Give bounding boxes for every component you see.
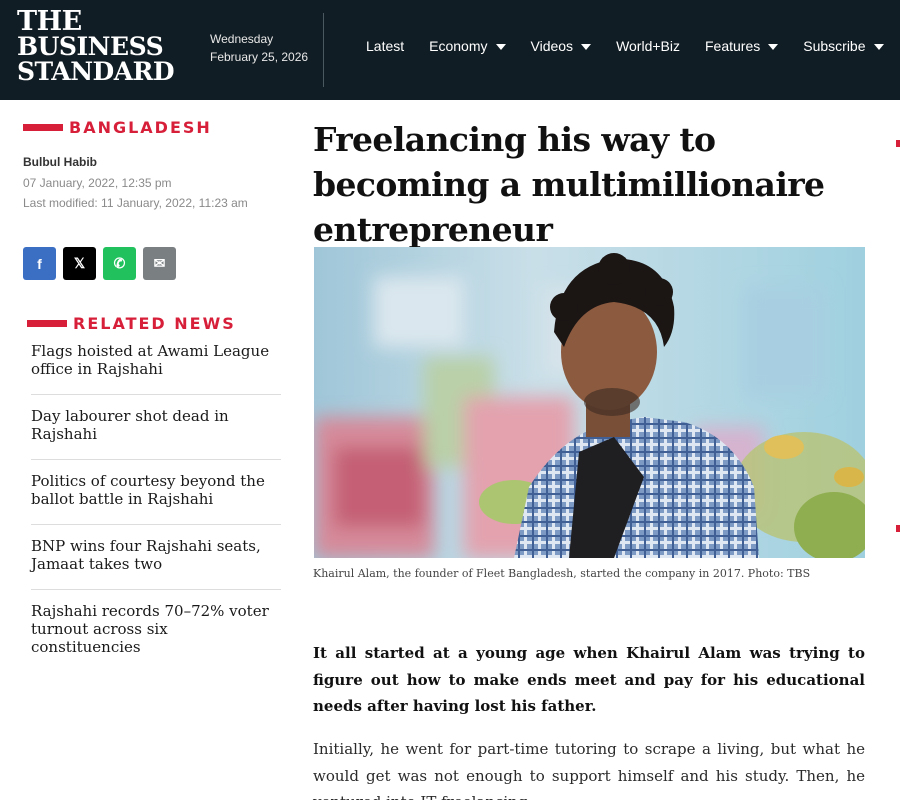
site-header: THE BUSINESS STANDARD Wednesday February… — [0, 0, 900, 100]
logo-line-1: THE — [17, 6, 82, 37]
article-headline: Freelancing his way to becoming a multim… — [313, 120, 825, 249]
related-news-item[interactable]: Day labourer shot dead in Rajshahi — [31, 405, 281, 460]
nav-label: Economy — [429, 38, 488, 54]
chevron-down-icon — [495, 43, 506, 50]
nav-economy[interactable]: Economy — [429, 38, 506, 54]
header-date-text: February 25, 2026 — [210, 50, 309, 64]
chevron-down-icon — [581, 43, 592, 50]
edge-accent-mark — [896, 525, 900, 532]
published-date: 07 January, 2022, 12:35 pm — [23, 176, 172, 190]
related-news-item[interactable]: Flags hoisted at Awami League office in … — [31, 340, 281, 395]
nav-videos[interactable]: Videos — [531, 38, 592, 54]
main-nav: Latest Economy Videos World+Biz Features… — [366, 36, 900, 56]
x-icon: 𝕏 — [73, 255, 86, 271]
author-name[interactable]: Bulbul Habib — [23, 155, 97, 169]
modified-date: Last modified: 11 January, 2022, 11:23 a… — [23, 196, 248, 210]
header-divider — [323, 13, 324, 87]
nav-label: Subscribe — [803, 38, 866, 54]
nav-label: World+Biz — [616, 38, 680, 54]
email-icon: ✉ — [153, 255, 166, 271]
related-news-item[interactable]: BNP wins four Rajshahi seats, Jamaat tak… — [31, 535, 281, 590]
header-date: Wednesday February 25, 2026 — [210, 30, 308, 66]
facebook-share-button[interactable]: f — [23, 247, 56, 280]
whatsapp-share-button[interactable]: ✆ — [103, 247, 136, 280]
nav-latest[interactable]: Latest — [366, 38, 404, 54]
section-tag-label: BANGLADESH — [69, 118, 212, 137]
section-tag[interactable]: BANGLADESH — [23, 118, 212, 137]
logo-line-2: BUSINESS — [17, 32, 164, 61]
article-lead: It all started at a young age when Khair… — [313, 644, 865, 715]
related-news-heading: RELATED NEWS — [27, 314, 236, 333]
header-weekday: Wednesday — [210, 32, 274, 46]
article-paragraph: Initially, he went for part-time tutorin… — [313, 740, 865, 800]
nav-world-biz[interactable]: World+Biz — [616, 38, 680, 54]
email-share-button[interactable]: ✉ — [143, 247, 176, 280]
x-share-button[interactable]: 𝕏 — [63, 247, 96, 280]
chevron-down-icon — [873, 43, 884, 50]
related-heading-label: RELATED NEWS — [73, 314, 236, 333]
article-hero-image — [314, 247, 865, 558]
nav-subscribe[interactable]: Subscribe — [803, 38, 884, 54]
image-caption: Khairul Alam, the founder of Fleet Bangl… — [313, 567, 811, 580]
nav-label: Features — [705, 38, 761, 54]
nav-label: Latest — [366, 38, 405, 54]
chevron-down-icon — [768, 43, 779, 50]
facebook-icon: f — [37, 255, 42, 272]
nav-features[interactable]: Features — [705, 38, 779, 54]
nav-label: Videos — [530, 38, 574, 54]
whatsapp-icon: ✆ — [113, 255, 126, 271]
site-logo[interactable]: THE BUSINESS STANDARD — [17, 6, 175, 86]
related-heading-bar — [27, 320, 67, 327]
edge-accent-mark — [896, 140, 900, 147]
related-news-item[interactable]: Politics of courtesy beyond the ballot b… — [31, 470, 281, 525]
logo-line-3: STANDARD — [17, 57, 175, 86]
related-news-list: Flags hoisted at Awami League office in … — [31, 340, 281, 682]
section-tag-bar — [23, 124, 63, 131]
related-news-item[interactable]: Rajshahi records 70–72% voter turnout ac… — [31, 600, 281, 672]
